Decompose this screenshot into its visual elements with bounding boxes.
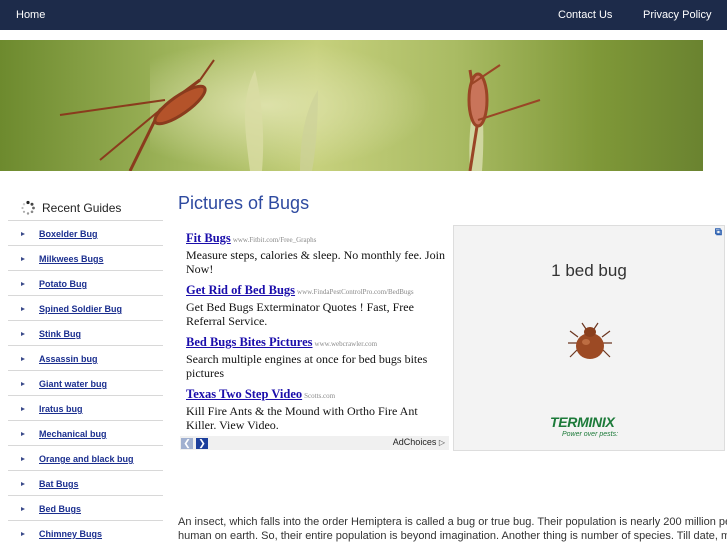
ad-url[interactable]: www.webcrawler.com — [315, 340, 378, 348]
ad-item: Texas Two Step Video Scotts.com Kill Fire… — [186, 385, 448, 432]
ad-title-link[interactable]: Get Rid of Bed Bugs — [186, 283, 295, 297]
ad-navigation-bar: ❮ ❯ AdChoices ▷ — [180, 436, 449, 450]
arrow-right-icon — [21, 232, 25, 236]
list-item: Bed Bugs — [8, 495, 163, 520]
text-ad-block: Fit Bugs www.Fitbit.com/Free_Graphs Measu… — [180, 225, 449, 450]
arrow-right-icon — [21, 332, 25, 336]
ad-item: Get Rid of Bed Bugs www.FindaPestControlP… — [186, 281, 448, 328]
display-ad[interactable]: ⧉ 1 bed bug TERMINIX Power over pests: — [453, 225, 725, 451]
ad-description: Get Bed Bugs Exterminator Quotes ! Fast,… — [186, 300, 414, 328]
article-intro: An insect, which falls into the order He… — [178, 515, 727, 543]
arrow-right-icon — [21, 382, 25, 386]
guide-link[interactable]: Milkwees Bugs — [39, 254, 104, 264]
adchoices-label: AdChoices — [392, 437, 437, 447]
guide-link[interactable]: Spined Soldier Bug — [39, 304, 122, 314]
terminix-logo: TERMINIX — [550, 414, 615, 430]
arrow-right-icon — [21, 457, 25, 461]
nav-privacy-link[interactable]: Privacy Policy — [643, 9, 711, 21]
ad-url[interactable]: www.Fitbit.com/Free_Graphs — [233, 236, 317, 244]
sidebar-heading-label: Recent Guides — [42, 201, 122, 215]
guide-link[interactable]: Stink Bug — [39, 329, 81, 339]
loading-spinner-icon — [21, 200, 35, 215]
ad-title-link[interactable]: Fit Bugs — [186, 231, 231, 245]
list-item: Spined Soldier Bug — [8, 295, 163, 320]
chevron-left-icon[interactable]: ❮ — [181, 438, 193, 449]
article-line: An insect, which falls into the order He… — [178, 516, 727, 528]
ad-info-icon[interactable]: ⧉ — [715, 227, 722, 238]
sidebar-heading: Recent Guides — [20, 200, 121, 216]
nav-home-link[interactable]: Home — [16, 9, 45, 21]
arrow-right-icon — [21, 257, 25, 261]
list-item: Iratus bug — [8, 395, 163, 420]
bed-bug-icon — [568, 322, 612, 359]
guide-link[interactable]: Bed Bugs — [39, 504, 81, 514]
adchoices-link[interactable]: AdChoices ▷ — [393, 437, 445, 447]
arrow-right-icon — [21, 357, 25, 361]
chevron-right-icon[interactable]: ❯ — [196, 438, 208, 449]
guide-link[interactable]: Orange and black bug — [39, 454, 134, 464]
list-item: Assassin bug — [8, 345, 163, 370]
ad-url[interactable]: www.FindaPestControlPro.com/BedBugs — [297, 288, 414, 296]
list-item: Orange and black bug — [8, 445, 163, 470]
list-item: Boxelder Bug — [8, 220, 163, 245]
list-item: Mechanical bug — [8, 420, 163, 445]
display-ad-headline: 1 bed bug — [551, 261, 627, 280]
guide-link[interactable]: Assassin bug — [39, 354, 98, 364]
arrow-right-icon — [21, 482, 25, 486]
list-item: Chimney Bugs — [8, 520, 163, 545]
ad-description: Kill Fire Ants & the Mound with Ortho Fi… — [186, 404, 418, 432]
adchoices-icon: ▷ — [438, 438, 445, 447]
recent-guides-list: Boxelder Bug Milkwees Bugs Potato Bug Sp… — [8, 220, 163, 545]
article-line: human on earth. So, their entire populat… — [178, 530, 727, 542]
guide-link[interactable]: Iratus bug — [39, 404, 83, 414]
guide-link[interactable]: Potato Bug — [39, 279, 87, 289]
arrow-right-icon — [21, 507, 25, 511]
guide-link[interactable]: Giant water bug — [39, 379, 107, 389]
list-item: Potato Bug — [8, 270, 163, 295]
arrow-right-icon — [21, 407, 25, 411]
guide-link[interactable]: Chimney Bugs — [39, 529, 102, 539]
terminix-tagline: Power over pests: — [562, 431, 619, 438]
ad-item: Bed Bugs Bites Pictures www.webcrawler.co… — [186, 333, 448, 380]
guide-link[interactable]: Boxelder Bug — [39, 229, 98, 239]
nav-contact-link[interactable]: Contact Us — [558, 9, 612, 21]
page-title: Pictures of Bugs — [178, 193, 310, 213]
list-item: Stink Bug — [8, 320, 163, 345]
ad-description: Measure steps, calories & sleep. No mont… — [186, 248, 445, 276]
arrow-right-icon — [21, 532, 25, 536]
header-banner-image — [0, 40, 703, 171]
list-item: Giant water bug — [8, 370, 163, 395]
arrow-right-icon — [21, 282, 25, 286]
guide-link[interactable]: Bat Bugs — [39, 479, 79, 489]
ad-description: Search multiple engines at once for bed … — [186, 352, 428, 380]
ad-url[interactable]: Scotts.com — [304, 392, 335, 400]
list-item: Milkwees Bugs — [8, 245, 163, 270]
arrow-right-icon — [21, 307, 25, 311]
top-navigation: Home Contact Us Privacy Policy — [0, 0, 727, 30]
ad-title-link[interactable]: Bed Bugs Bites Pictures — [186, 335, 313, 349]
list-item: Bat Bugs — [8, 470, 163, 495]
arrow-right-icon — [21, 432, 25, 436]
guide-link[interactable]: Mechanical bug — [39, 429, 107, 439]
ad-title-link[interactable]: Texas Two Step Video — [186, 387, 302, 401]
ad-item: Fit Bugs www.Fitbit.com/Free_Graphs Measu… — [186, 229, 448, 276]
